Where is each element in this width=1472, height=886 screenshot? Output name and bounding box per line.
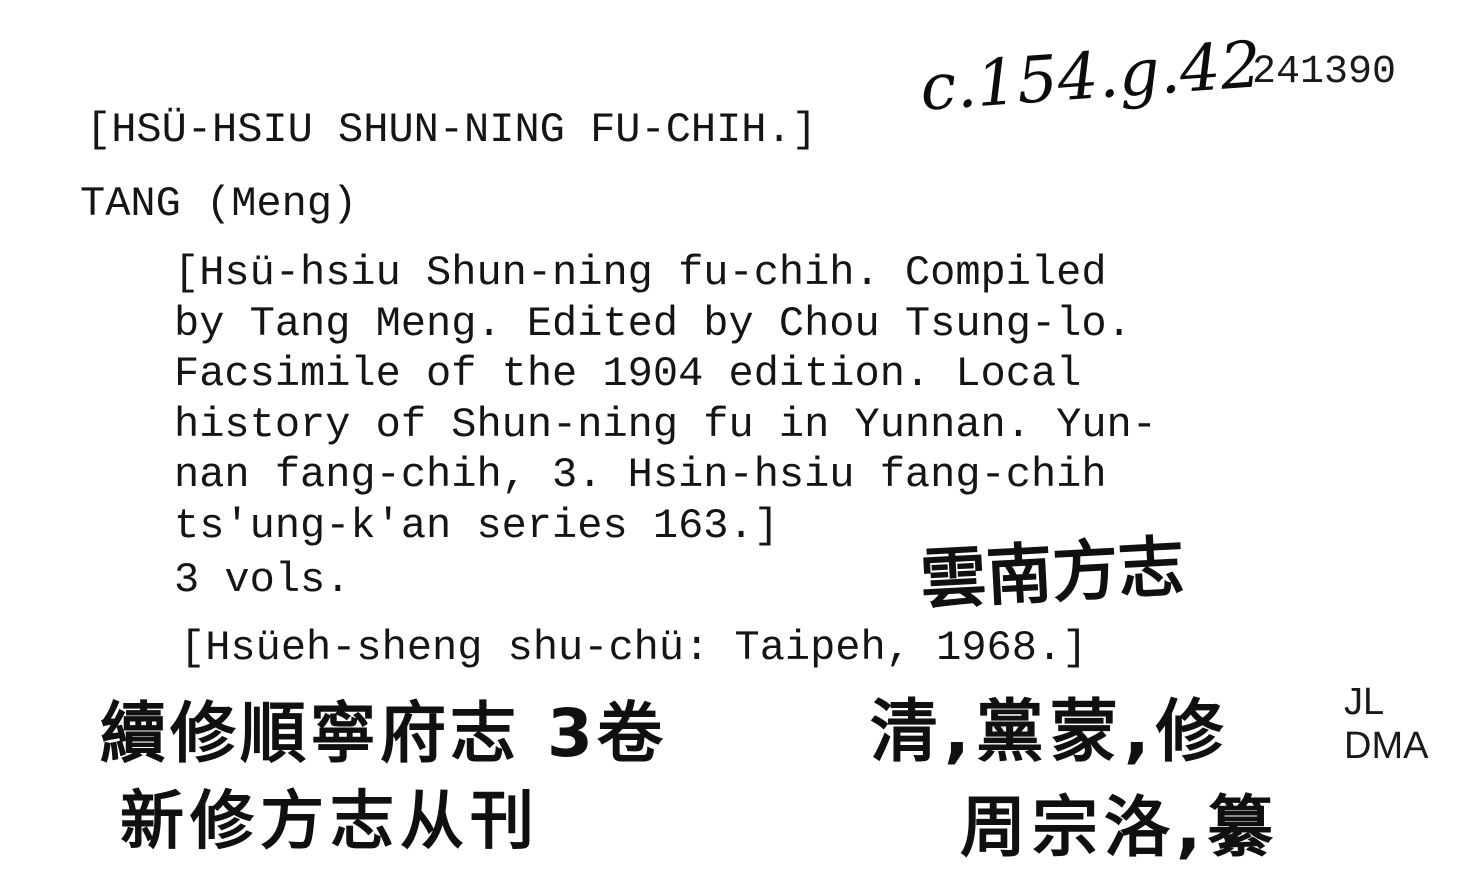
cataloguer-initials: JL DMA [1344,680,1428,768]
accession-number: 241390 [1252,50,1397,95]
handwritten-shelfmark: c.154.g.42 [917,28,1264,126]
handwritten-chinese-title: 續修順寧府志 3卷 [100,695,667,772]
catalog-card: c.154.g.42 241390 [HSÜ-HSIU SHUN-NING FU… [0,0,1472,886]
author-heading: TANG (Meng) [80,180,358,228]
volume-count: 3 vols. [174,556,351,604]
description-line: [Hsü-hsiu Shun-ning fu-chih. Compiled [174,249,1107,297]
initials-line: DMA [1344,725,1429,767]
imprint: [Hsüeh-sheng shu-chü: Taipeh, 1968.] [180,624,1088,672]
handwritten-chinese-series: 新修方志从刊 [120,785,540,859]
handwritten-chinese-editor: 周宗洛,纂 [960,789,1280,866]
handwritten-chinese-author: 清,黨蒙,修 [870,693,1230,772]
initials-line: JL [1344,681,1385,723]
description-block: [Hsü-hsiu Shun-ning fu-chih. Compiled by… [174,248,1157,551]
description-line: nan fang-chih, 3. Hsin-hsiu fang-chih [174,451,1107,499]
description-line: history of Shun-ning fu in Yunnan. Yun- [174,400,1157,449]
handwritten-series-note: 雲南方志 [918,528,1187,619]
heading-title: [HSÜ-HSIU SHUN-NING FU-CHIH.] [86,106,817,154]
description-line: Facsimile of the 1904 edition. Local [174,350,1082,398]
description-line: by Tang Meng. Edited by Chou Tsung-lo. [174,299,1132,348]
